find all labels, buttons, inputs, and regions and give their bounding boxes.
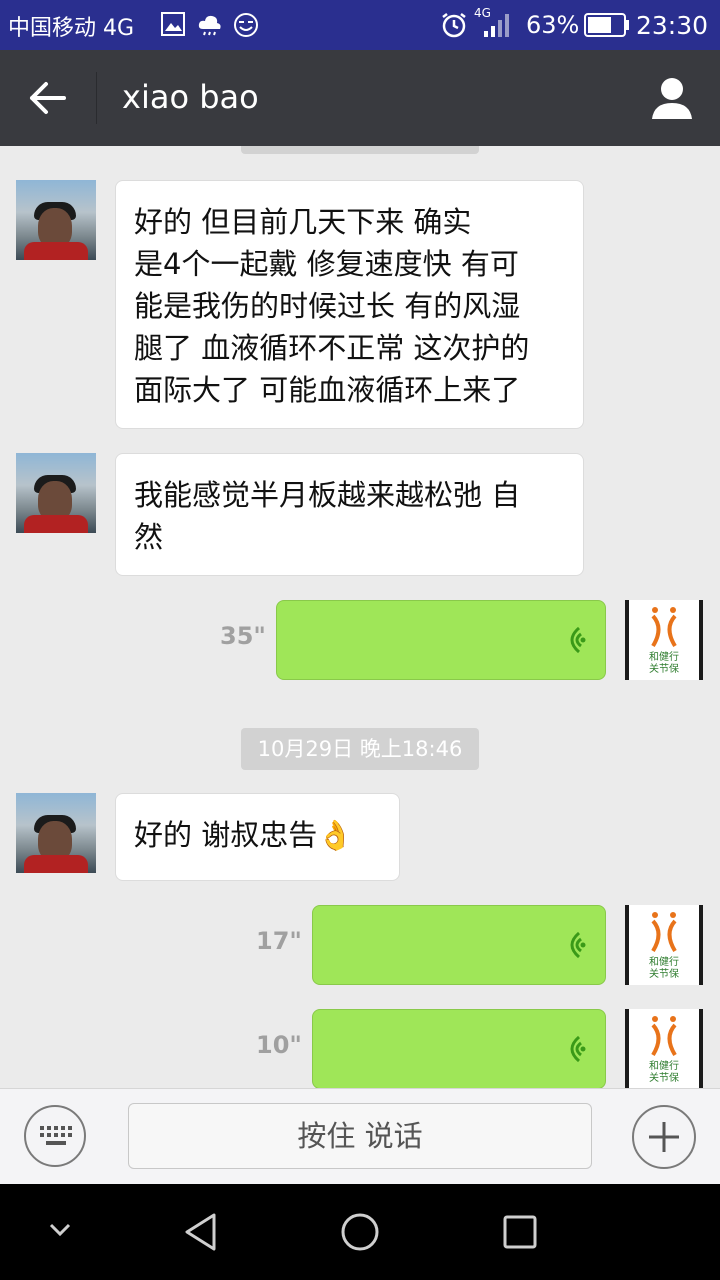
divider xyxy=(96,72,97,124)
clock: 23:30 xyxy=(636,11,709,40)
logo-tagline: 和健行 关节保 xyxy=(649,1061,679,1084)
chat-title: xiao bao xyxy=(122,78,259,116)
voice-duration: 17" xyxy=(256,927,302,955)
my-avatar[interactable]: 和健行 关节保 xyxy=(625,1009,703,1088)
contact-avatar[interactable] xyxy=(16,453,96,533)
image-icon xyxy=(161,12,185,36)
system-nav-bar xyxy=(0,1184,720,1280)
plus-icon xyxy=(649,1122,679,1152)
keyboard-icon xyxy=(40,1126,72,1145)
person-icon[interactable] xyxy=(648,76,696,120)
emoji-icon xyxy=(234,13,258,37)
cloud-icon xyxy=(198,15,221,36)
logo-icon xyxy=(651,1016,677,1057)
logo-icon xyxy=(651,607,677,648)
back-icon[interactable] xyxy=(182,1212,220,1252)
logo-tagline: 和健行 关节保 xyxy=(649,957,679,980)
my-avatar[interactable]: 和健行 关节保 xyxy=(625,905,703,985)
contact-avatar[interactable] xyxy=(16,793,96,873)
message-bubble-incoming[interactable]: 我能感觉半月板越来越松弛 自 然 xyxy=(115,453,584,576)
battery-percent: 63% xyxy=(526,11,580,39)
back-arrow-icon[interactable] xyxy=(28,80,68,116)
recents-icon[interactable] xyxy=(502,1214,538,1250)
chat-area[interactable]: 好的 但目前几天下来 确实 是4个一起戴 修复速度快 有可 能是我伤的时候过长 … xyxy=(0,146,720,1088)
timestamp-pill-partial xyxy=(241,146,479,154)
battery-icon xyxy=(584,13,629,37)
hide-keyboard-icon[interactable] xyxy=(48,1222,72,1238)
input-bar: 按住 说话 xyxy=(0,1088,720,1184)
logo-icon xyxy=(651,912,677,953)
voice-message-bubble[interactable] xyxy=(312,1009,606,1088)
timestamp-pill: 10月29日 晚上18:46 xyxy=(241,728,479,770)
message-bubble-incoming[interactable]: 好的 谢叔忠告👌 xyxy=(115,793,400,881)
voice-message-bubble[interactable] xyxy=(312,905,606,985)
logo-tagline: 和健行 关节保 xyxy=(649,652,679,675)
carrier-label: 中国移动 4G xyxy=(8,16,135,41)
voice-wave-icon xyxy=(570,1035,586,1063)
title-bar: xiao bao xyxy=(0,50,720,146)
voice-duration: 35" xyxy=(220,622,266,650)
more-options-button[interactable] xyxy=(632,1105,696,1169)
alarm-icon xyxy=(442,13,466,38)
voice-duration: 10" xyxy=(256,1031,302,1059)
voice-wave-icon xyxy=(570,931,586,959)
signal-icon xyxy=(484,14,509,37)
voice-wave-icon xyxy=(570,626,586,654)
voice-message-bubble[interactable] xyxy=(276,600,606,680)
message-bubble-incoming[interactable]: 好的 但目前几天下来 确实 是4个一起戴 修复速度快 有可 能是我伤的时候过长 … xyxy=(115,180,584,429)
hold-to-talk-button[interactable]: 按住 说话 xyxy=(128,1103,592,1169)
status-bar: 中国移动 4G 4G 63% 23:30 xyxy=(0,0,720,50)
my-avatar[interactable]: 和健行 关节保 xyxy=(625,600,703,680)
home-icon[interactable] xyxy=(340,1212,380,1252)
contact-avatar[interactable] xyxy=(16,180,96,260)
keyboard-toggle-button[interactable] xyxy=(24,1105,86,1167)
